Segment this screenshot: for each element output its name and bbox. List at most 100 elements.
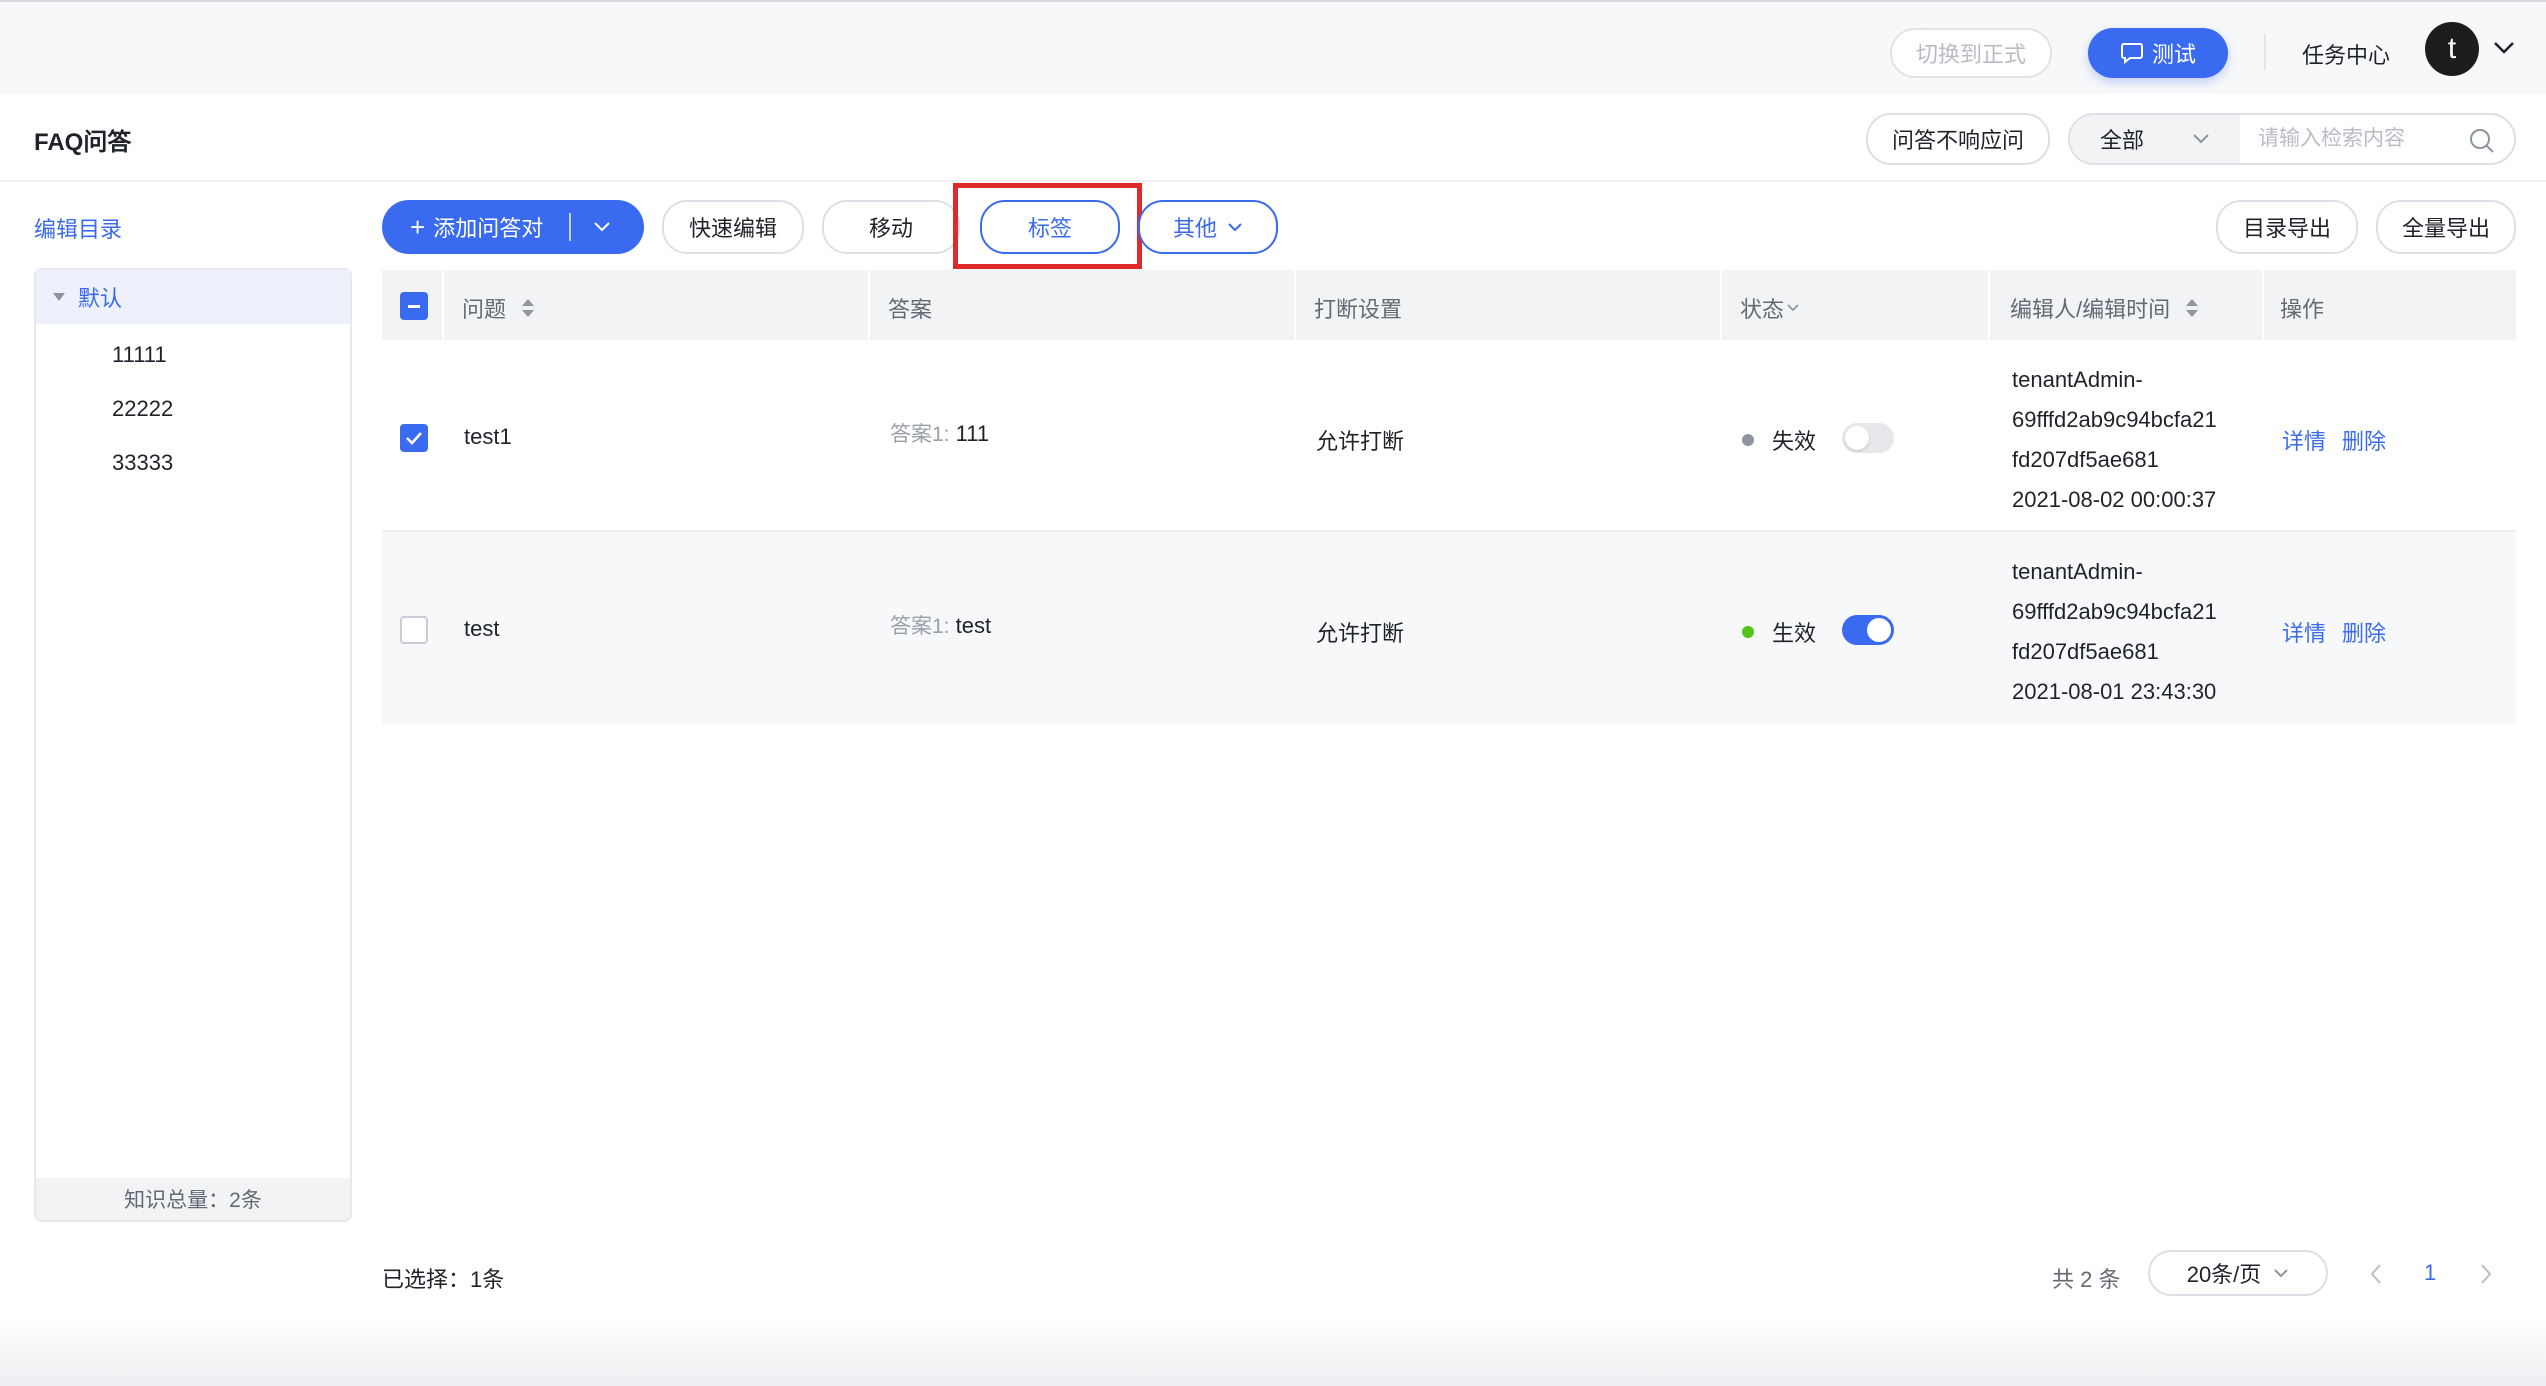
delete-link[interactable]: 删除 xyxy=(2342,616,2386,648)
status-toggle[interactable] xyxy=(1842,423,1894,453)
status-badge: 生效 xyxy=(1742,616,1816,648)
question-text: test1 xyxy=(464,424,512,449)
chevron-down-icon xyxy=(1228,223,1242,232)
editor-info: tenantAdmin- 69fffd2ab9c94bcfa21 fd207df… xyxy=(2012,360,2217,520)
column-header-editor[interactable]: 编辑人/编辑时间 xyxy=(2010,292,2200,324)
divider xyxy=(2264,34,2266,70)
divider xyxy=(1720,270,1722,340)
editor-name-line: 69fffd2ab9c94bcfa21 xyxy=(2012,407,2217,432)
divider xyxy=(2262,270,2264,340)
tree-node-22222[interactable]: 22222 xyxy=(112,396,173,422)
status-dot xyxy=(1742,626,1754,638)
chevron-down-icon[interactable] xyxy=(1786,303,1800,313)
no-response-button[interactable]: 问答不响应问 xyxy=(1866,113,2050,165)
table-row: test1 答案1: 111 允许打断 失效 tenantAdmin- 69ff… xyxy=(382,340,2516,532)
search-scope-select[interactable]: 全部 xyxy=(2070,115,2240,163)
column-header-interrupt: 打断设置 xyxy=(1314,297,1403,322)
row-checkbox[interactable] xyxy=(400,616,428,644)
test-button-label: 测试 xyxy=(2151,42,2196,67)
switch-to-formal-button[interactable]: 切换到正式 xyxy=(1890,28,2052,78)
chevron-left-icon[interactable] xyxy=(2368,1262,2384,1286)
tree-node-label: 默认 xyxy=(78,286,123,311)
divider xyxy=(0,180,2546,182)
table-row: test 答案1: test 允许打断 生效 tenantAdmin- 69ff… xyxy=(382,532,2516,724)
test-button[interactable]: 测试 xyxy=(2088,28,2228,78)
divider xyxy=(1988,270,1990,340)
table-header: 问题 答案 打断设置 状态 编辑人/编辑时间 操作 xyxy=(382,270,2516,340)
status-badge: 失效 xyxy=(1742,424,1816,456)
interrupt-setting: 允许打断 xyxy=(1316,621,1405,646)
edit-time: 2021-08-02 00:00:37 xyxy=(2012,487,2217,512)
answer-cell: 答案1: test xyxy=(890,610,991,640)
bottom-edge xyxy=(0,1320,2546,1386)
column-header-label: 状态 xyxy=(1740,297,1785,322)
status-text: 失效 xyxy=(1772,429,1817,454)
search-icon[interactable] xyxy=(2468,127,2496,155)
edit-time: 2021-08-01 23:43:30 xyxy=(2012,679,2217,704)
total-count: 共 2 条 xyxy=(2052,1267,2121,1292)
plus-icon: + xyxy=(410,211,426,242)
divider xyxy=(1294,270,1296,340)
editor-name-line: 69fffd2ab9c94bcfa21 xyxy=(2012,599,2217,624)
page-size-select[interactable]: 20条/页 xyxy=(2148,1250,2328,1296)
answer-label: 答案1: xyxy=(890,423,950,446)
tree-node-11111[interactable]: 11111 xyxy=(112,342,167,368)
highlight-box xyxy=(953,183,1142,269)
answer-label: 答案1: xyxy=(890,615,950,638)
quick-edit-button[interactable]: 快速编辑 xyxy=(662,200,804,254)
sort-icon[interactable] xyxy=(2184,297,2200,319)
top-bar: 切换到正式 测试 任务中心 t xyxy=(0,0,2546,94)
catalog-tree: 默认 11111 22222 33333 知识总量：2条 xyxy=(34,268,352,1222)
chevron-down-icon xyxy=(2193,134,2209,144)
answer-cell: 答案1: 111 xyxy=(890,418,989,448)
add-qa-pair-label: 添加问答对 xyxy=(433,216,544,241)
select-all-checkbox[interactable] xyxy=(400,292,428,320)
sort-icon[interactable] xyxy=(520,297,536,319)
caret-down-icon[interactable] xyxy=(52,292,66,302)
column-header-label: 问题 xyxy=(462,297,507,322)
status-text: 生效 xyxy=(1772,621,1817,646)
chevron-right-icon[interactable] xyxy=(2478,1262,2494,1286)
page-size-value: 20条/页 xyxy=(2186,1262,2262,1287)
check-icon xyxy=(406,432,422,445)
selected-count: 已选择：1条 xyxy=(382,1267,505,1292)
editor-name-line: fd207df5ae681 xyxy=(2012,447,2159,472)
page-number[interactable]: 1 xyxy=(2424,1260,2436,1286)
row-checkbox[interactable] xyxy=(400,424,428,452)
chevron-down-icon[interactable] xyxy=(593,221,611,233)
add-qa-pair-button[interactable]: + 添加问答对 xyxy=(382,200,644,254)
other-button[interactable]: 其他 xyxy=(1138,200,1278,254)
column-header-question[interactable]: 问题 xyxy=(462,292,536,324)
interrupt-setting: 允许打断 xyxy=(1316,429,1405,454)
divider xyxy=(569,213,572,241)
column-header-label: 编辑人/编辑时间 xyxy=(2010,297,2171,322)
export-all-button[interactable]: 全量导出 xyxy=(2376,200,2516,254)
move-button[interactable]: 移动 xyxy=(822,200,960,254)
export-catalog-button[interactable]: 目录导出 xyxy=(2216,200,2358,254)
editor-name-line: fd207df5ae681 xyxy=(2012,639,2159,664)
search-input[interactable] xyxy=(2258,127,2468,151)
editor-name-line: tenantAdmin- xyxy=(2012,559,2143,584)
tree-node-33333[interactable]: 33333 xyxy=(112,450,173,476)
question-text: test xyxy=(464,616,500,641)
answer-text: test xyxy=(955,613,992,638)
status-dot xyxy=(1742,434,1754,446)
search-bar: 全部 xyxy=(2068,113,2516,165)
task-center-link[interactable]: 任务中心 xyxy=(2302,38,2390,70)
editor-name-line: tenantAdmin- xyxy=(2012,367,2143,392)
detail-link[interactable]: 详情 xyxy=(2282,424,2326,456)
column-header-status[interactable]: 状态 xyxy=(1740,292,1800,324)
edit-catalog-link[interactable]: 编辑目录 xyxy=(34,212,122,244)
chevron-down-icon xyxy=(2274,1269,2289,1278)
search-scope-value: 全部 xyxy=(2100,128,2145,153)
other-button-label: 其他 xyxy=(1172,216,1217,241)
status-toggle[interactable] xyxy=(1842,615,1894,645)
chat-bubble-icon xyxy=(2120,43,2143,64)
column-header-answer: 答案 xyxy=(888,297,933,322)
tree-node-default[interactable]: 默认 xyxy=(36,270,350,324)
detail-link[interactable]: 详情 xyxy=(2282,616,2326,648)
delete-link[interactable]: 删除 xyxy=(2342,424,2386,456)
chevron-down-icon[interactable] xyxy=(2492,40,2516,56)
column-header-action: 操作 xyxy=(2280,297,2325,322)
avatar[interactable]: t xyxy=(2425,22,2479,76)
